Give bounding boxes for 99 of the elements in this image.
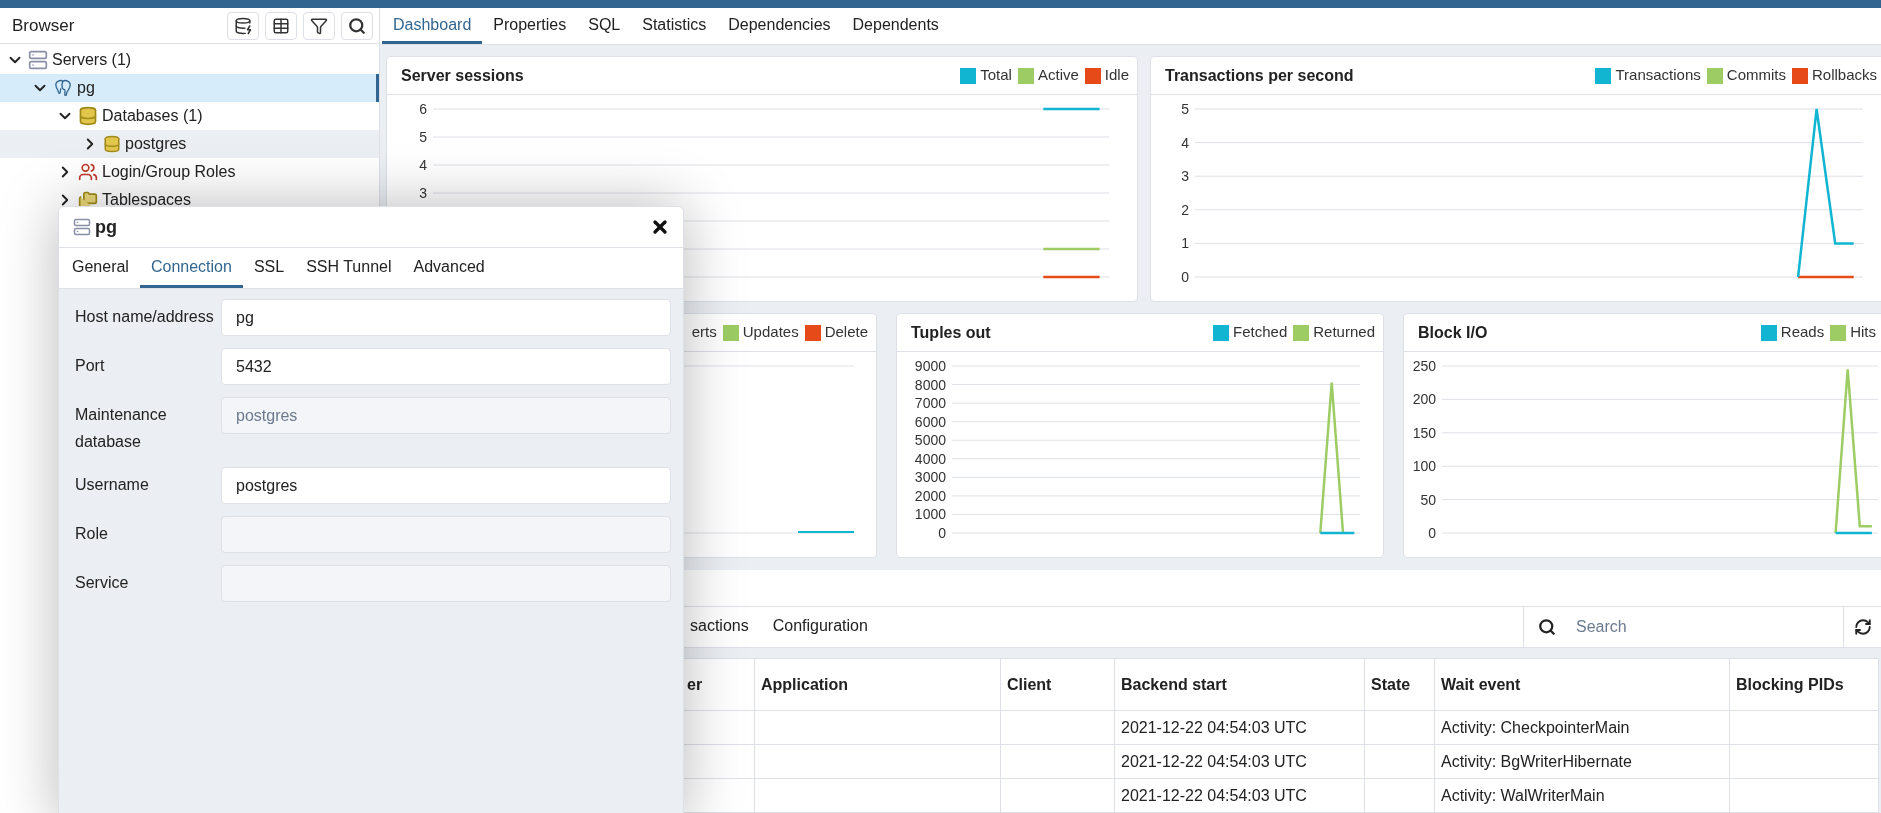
filter-rows-button[interactable] [303, 11, 335, 40]
table-cell: Activity: CheckpointerMain [1441, 718, 1630, 736]
axis-tick-label: 3 [1181, 168, 1189, 185]
server-stack-icon [73, 218, 91, 236]
axis-tick-label: 4 [419, 157, 427, 173]
axis-tick-label: 4000 [914, 450, 946, 467]
legend-label: Rollbacks [1811, 65, 1877, 86]
tab[interactable]: Configuration [760, 607, 880, 647]
column-header: Client [1007, 675, 1052, 693]
axis-tick-label: 100 [1412, 458, 1436, 475]
table-icon [272, 16, 290, 35]
legend-label: Returned [1313, 322, 1375, 343]
search-icon [1538, 618, 1556, 636]
tab[interactable]: SSL [242, 248, 296, 288]
legend-label: Updates [742, 322, 799, 343]
refresh-icon [1853, 618, 1872, 636]
tab[interactable]: SQL [577, 8, 632, 44]
tree-item[interactable]: pg [0, 74, 379, 102]
tab[interactable]: Dependencies [717, 8, 842, 44]
users-icon [78, 162, 98, 182]
search-button[interactable] [341, 11, 373, 40]
field-label: Host name/address [75, 307, 215, 327]
tab[interactable]: Connection [139, 248, 243, 288]
field-label: Maintenance database [75, 405, 168, 452]
axis-tick-label: 0 [1181, 269, 1189, 285]
input-field[interactable]: postgres [221, 467, 671, 504]
axis-tick-label: 1000 [914, 506, 946, 523]
tab[interactable]: sactions [678, 607, 761, 647]
field-label: Role [75, 524, 109, 544]
query-tool-button[interactable] [227, 11, 259, 40]
legend-label: Fetched [1233, 322, 1288, 343]
legend-label: erts [691, 322, 717, 343]
table-cell: 2021-12-22 04:54:03 UTC [1121, 752, 1307, 770]
database-icon [103, 135, 121, 153]
input-field[interactable]: pg [221, 299, 671, 336]
search-field[interactable]: Search [1576, 615, 1843, 639]
chart-title: Block I/O [1418, 322, 1488, 343]
axis-tick-label: 6 [419, 101, 427, 117]
table-cell: Activity: BgWriterHibernate [1441, 752, 1632, 770]
legend-label: Reads [1780, 322, 1825, 343]
input-field[interactable]: 5432 [221, 348, 671, 385]
axis-tick-label: 9000 [914, 358, 946, 374]
panel-title: Browser [12, 14, 75, 37]
legend-label: Total [980, 65, 1012, 86]
axis-tick-label: 250 [1412, 358, 1436, 374]
server-stack-icon [28, 50, 48, 70]
legend-label: Transactions [1615, 65, 1701, 86]
axis-tick-label: 7000 [914, 395, 946, 412]
elephant-icon [53, 78, 73, 98]
tab[interactable]: Dashboard [382, 8, 483, 44]
dialog-title: pg [95, 215, 117, 239]
column-header: Blocking PIDs [1736, 675, 1844, 693]
table-cell: 2021-12-22 04:54:03 UTC [1121, 786, 1307, 804]
column-header: Backend start [1121, 675, 1227, 693]
field-label: Port [75, 356, 106, 376]
axis-tick-label: 2 [1181, 201, 1189, 218]
tab[interactable]: Advanced [402, 248, 496, 288]
axis-tick-label: 5 [419, 129, 427, 145]
chart-title: Server sessions [401, 65, 524, 86]
column-header: State [1371, 675, 1411, 693]
legend-label: Commits [1726, 65, 1786, 86]
axis-tick-label: 4 [1181, 134, 1189, 151]
view-data-button[interactable] [265, 11, 297, 40]
field-label: Username [75, 475, 150, 495]
axis-tick-label: 0 [938, 525, 946, 541]
axis-tick-label: 2000 [914, 487, 946, 504]
chart-title: Tuples out [911, 322, 991, 343]
tab[interactable]: SSH Tunnel [295, 248, 403, 288]
column-header: Application [761, 675, 849, 693]
axis-tick-label: 5000 [914, 432, 946, 449]
tab[interactable]: Properties [482, 8, 578, 44]
axis-tick-label: 50 [1420, 491, 1436, 508]
search-icon [348, 16, 366, 35]
axis-tick-label: 1 [1181, 235, 1189, 252]
database-bolt-icon [234, 16, 252, 35]
tree-item[interactable]: postgres [0, 130, 379, 158]
legend-label: Idle [1104, 65, 1129, 86]
filter-icon [310, 16, 328, 35]
axis-tick-label: 8000 [914, 376, 946, 393]
tab[interactable]: Statistics [631, 8, 718, 44]
axis-tick-label: 200 [1412, 391, 1436, 408]
axis-tick-label: 3 [419, 185, 427, 201]
tab[interactable]: General [61, 248, 140, 288]
axis-tick-label: 5 [1181, 101, 1189, 117]
axis-tick-label: 3000 [914, 469, 946, 486]
field-label: Service [75, 573, 130, 593]
table-cell: Activity: WalWriterMain [1441, 786, 1605, 804]
axis-tick-label: 0 [1428, 525, 1436, 541]
legend-label: Active [1037, 65, 1079, 86]
chart-title: Transactions per second [1165, 65, 1354, 86]
legend-label: Delete [824, 322, 868, 343]
axis-tick-label: 150 [1412, 424, 1436, 441]
axis-tick-label: 6000 [914, 413, 946, 430]
table-cell: 2021-12-22 04:54:03 UTC [1121, 718, 1307, 736]
legend-label: Hits [1850, 322, 1876, 343]
column-header: er [687, 675, 703, 693]
database-icon [78, 106, 98, 126]
tab[interactable]: Dependents [841, 8, 950, 44]
column-header: Wait event [1441, 675, 1521, 693]
